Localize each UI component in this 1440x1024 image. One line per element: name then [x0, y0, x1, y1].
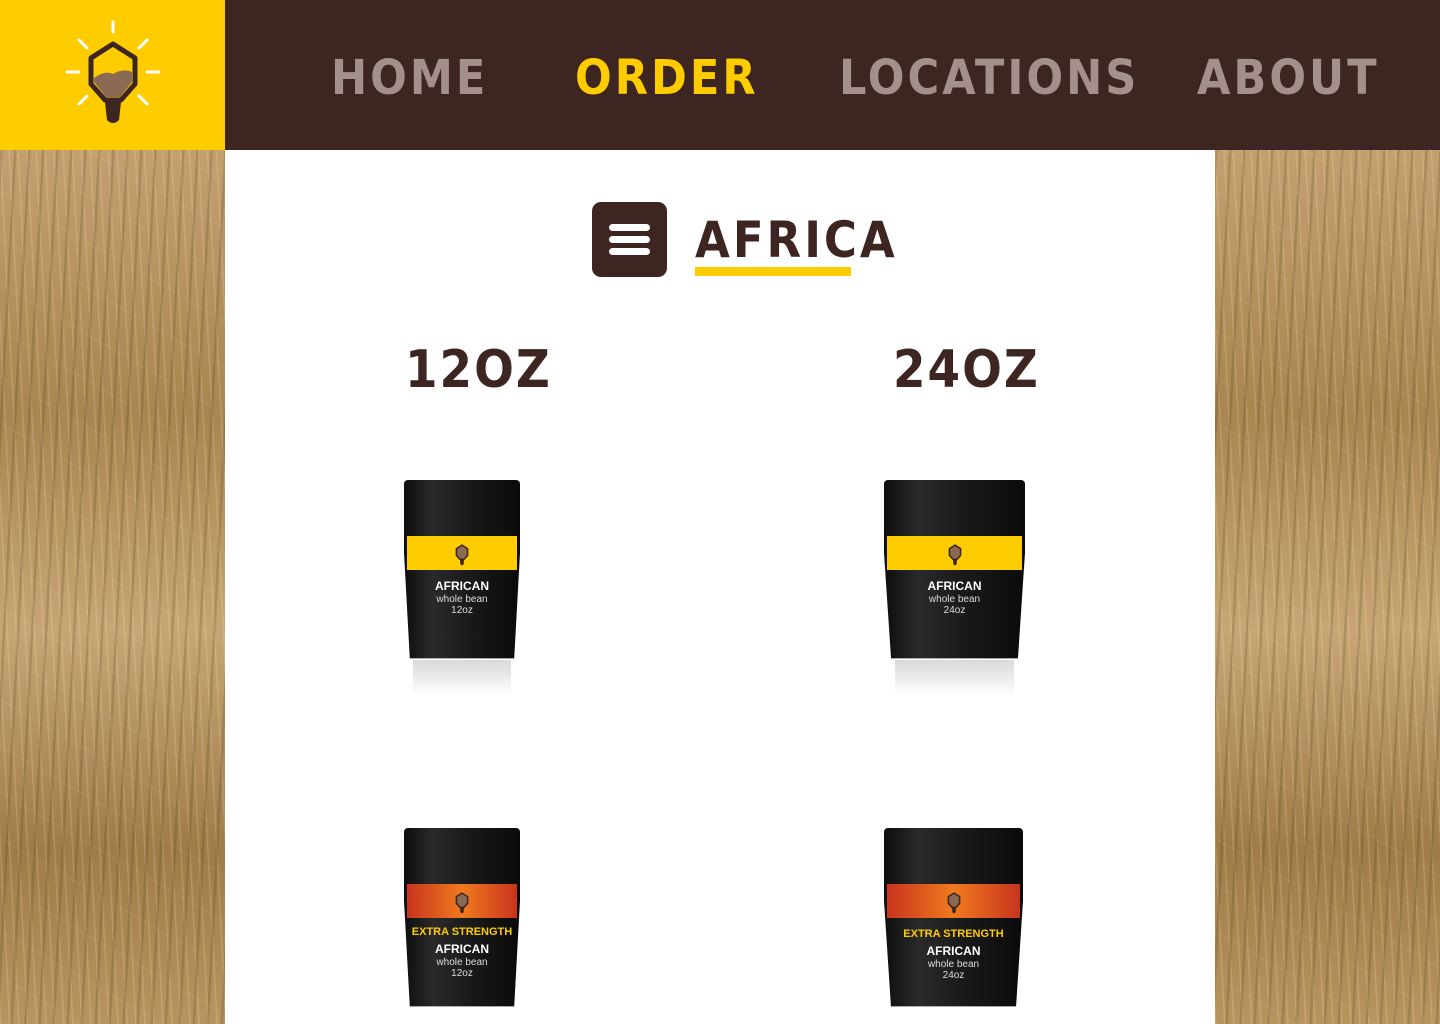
coffee-bag-image	[404, 828, 520, 1007]
region-title-underline	[695, 267, 851, 276]
product-name: AFRICAN	[927, 579, 982, 593]
product-size: 24oz	[943, 605, 966, 616]
size-label-12oz: 12OZ	[405, 340, 552, 400]
product-type: whole bean	[927, 959, 980, 970]
product-strength: EXTRA STRENGTH	[411, 926, 513, 938]
menu-button[interactable]	[592, 202, 667, 277]
nav-locations[interactable]: LOCATIONS	[839, 50, 1139, 106]
product-african-24oz[interactable]: AFRICAN whole bean 24oz	[884, 480, 1025, 696]
main-nav: HOME ORDER LOCATIONS ABOUT	[225, 0, 1440, 150]
lightbulb-coffee-icon	[948, 544, 961, 566]
lightbulb-coffee-icon	[947, 892, 960, 914]
product-extra-strength-african-24oz[interactable]: EXTRA STRENGTH AFRICAN whole bean 24oz	[884, 828, 1023, 1024]
wood-background-right	[1215, 150, 1440, 1024]
product-type: whole bean	[436, 957, 488, 968]
logo[interactable]	[0, 0, 225, 150]
product-size: 24oz	[942, 970, 965, 981]
lightbulb-coffee-icon	[455, 544, 469, 566]
lightbulb-coffee-icon	[455, 892, 469, 914]
bag-label-band	[887, 536, 1022, 570]
coffee-bag-image	[404, 480, 520, 659]
bag-label-band	[407, 536, 517, 570]
product-strength: EXTRA STRENGTH	[903, 928, 1004, 940]
product-extra-strength-african-12oz[interactable]: EXTRA STRENGTH AFRICAN whole bean 12oz	[404, 828, 520, 1024]
order-panel: AFRICA 12OZ 24OZ AFRICAN whole bean 12oz…	[225, 150, 1215, 1024]
wood-background-left	[0, 150, 225, 1024]
nav-order[interactable]: ORDER	[575, 50, 759, 106]
product-name: AFRICAN	[435, 579, 489, 593]
bag-label-band	[887, 884, 1020, 918]
product-size: 12oz	[451, 605, 473, 616]
size-label-24oz: 24OZ	[893, 340, 1040, 400]
site-header: HOME ORDER LOCATIONS ABOUT	[0, 0, 1440, 150]
product-african-12oz[interactable]: AFRICAN whole bean 12oz	[404, 480, 520, 696]
product-name: AFRICAN	[435, 942, 489, 956]
product-type: whole bean	[928, 594, 981, 605]
coffee-bag-image	[884, 480, 1025, 659]
product-type: whole bean	[436, 594, 488, 605]
bag-label-band	[407, 884, 517, 918]
product-size: 12oz	[451, 968, 473, 979]
product-name: AFRICAN	[926, 944, 981, 958]
nav-about[interactable]: ABOUT	[1197, 50, 1380, 106]
nav-home[interactable]: HOME	[331, 50, 488, 106]
region-title: AFRICA	[695, 211, 898, 269]
coffee-bag-image	[884, 828, 1023, 1007]
lightbulb-coffee-icon	[65, 20, 160, 123]
